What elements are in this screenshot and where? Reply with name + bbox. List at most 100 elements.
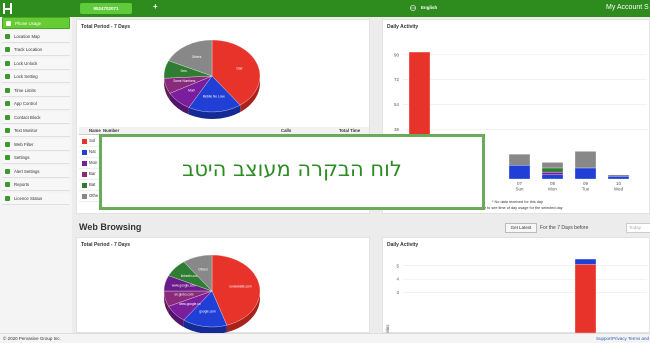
legend-swatch	[82, 150, 87, 155]
contact-icon	[5, 114, 10, 120]
sidebar-item-track-location[interactable]: Track Location	[2, 44, 70, 56]
grid-icon	[5, 101, 10, 106]
pie-label: en.globo.com	[174, 293, 193, 297]
report-icon	[5, 182, 10, 187]
x-tick-label: Mon	[548, 187, 557, 192]
top-bar: 9524702071 + English My Account S	[0, 0, 650, 17]
pie-label: Others	[198, 267, 208, 271]
sidebar-item-settings[interactable]: Settings	[2, 152, 70, 164]
sidebar-item-label: Contact Block	[14, 114, 41, 120]
footer: © 2020 Pervasive Group Inc. Support Priv…	[0, 333, 650, 343]
globe-icon[interactable]	[410, 5, 416, 11]
sidebar-item-web-filter[interactable]: Web Filter	[2, 138, 70, 151]
web-daily-title: Daily Activity	[387, 242, 419, 248]
pie-label: google.com	[199, 309, 216, 313]
sidebar-item-time-limits[interactable]: Time Limits	[2, 84, 70, 97]
sidebar-item-label: Lock Setting	[14, 74, 38, 79]
sidebar-item-label: Time Limits	[14, 87, 36, 93]
sidebar-item-label: Phone Usage	[15, 21, 42, 26]
bar-segment	[541, 171, 564, 176]
pie-label: Some Numbers	[173, 79, 196, 83]
web-daily-chart[interactable]: 5 4 3 Mins	[385, 250, 650, 333]
pie-label: Mom	[188, 88, 195, 92]
bar-segment	[508, 165, 531, 180]
x-tick-label: 09	[583, 181, 589, 186]
phone-pie-chart[interactable]: Dad Mobile No Love Mom Some Numbers Sms Other…	[160, 36, 265, 126]
bar-segment	[607, 176, 630, 180]
x-tick-label: Wed	[614, 187, 624, 192]
row-name: Othe	[89, 193, 99, 198]
no-data-note: * No data received for this day	[492, 200, 543, 204]
sidebar-item-alert-settings[interactable]: Alert Settings	[2, 165, 70, 178]
chat-icon	[5, 128, 10, 133]
copyright: © 2020 Pervasive Group Inc.	[3, 336, 61, 341]
shield-icon	[5, 195, 10, 201]
get-latest-button[interactable]: Get Latest	[505, 223, 537, 233]
legend-swatch	[82, 172, 87, 177]
sidebar-item-location-map[interactable]: Location Map	[2, 30, 70, 43]
bar-segment	[541, 167, 564, 173]
x-tick-label: Sun	[515, 187, 524, 192]
sidebar-item-label: Alert Settings	[14, 168, 40, 174]
sidebar-item-reports[interactable]: Reports	[2, 179, 70, 191]
lock-icon	[5, 74, 10, 79]
y-tick-label: 54	[394, 102, 400, 107]
bar-segment	[574, 151, 597, 169]
x-tick-label: 08	[550, 181, 556, 186]
row-name: Mon	[89, 160, 98, 165]
language-selector[interactable]: English	[421, 5, 437, 10]
date-input[interactable]: Today	[626, 223, 650, 233]
web-browsing-title: Web Browsing	[79, 222, 142, 232]
range-label: For the 7 Days before	[540, 225, 589, 231]
web-pie-chart[interactable]: ourwebsite.com google.com www.google.co en.…	[160, 251, 265, 333]
col-name: Name	[89, 128, 101, 133]
sidebar-item-text-monitor[interactable]: Text Monitor	[2, 125, 70, 137]
y-tick-label: 36	[394, 127, 400, 132]
sidebar-item-app-control[interactable]: App Control	[2, 98, 70, 110]
map-pin-icon	[5, 33, 10, 39]
y-axis-label: Mins	[385, 324, 390, 333]
legend-swatch	[82, 183, 87, 188]
y-tick-label: 90	[394, 52, 400, 57]
phone-icon	[6, 21, 11, 26]
bell-icon	[5, 168, 10, 174]
web-total-title: Total Period - 7 Days	[81, 242, 131, 248]
pie-label: Dad	[236, 66, 242, 70]
legend-swatch	[82, 194, 87, 199]
y-tick-label: 4	[396, 277, 399, 282]
my-account-link[interactable]: My Account	[606, 4, 642, 11]
clock-icon	[5, 87, 10, 93]
support-link[interactable]: Support	[596, 336, 612, 341]
wrench-icon	[5, 155, 10, 160]
privacy-link[interactable]: Privacy	[612, 336, 627, 341]
overlay-text: לוח הבקרה מעוצב היטב	[182, 157, 402, 181]
phone-daily-title: Daily Activity	[387, 24, 419, 30]
legend-swatch	[82, 161, 87, 166]
col-number: Number	[103, 128, 120, 133]
x-tick-label: 10	[616, 181, 622, 186]
sidebar-item-lock-setting[interactable]: Lock Setting	[2, 71, 70, 83]
logo-icon	[3, 3, 12, 14]
bar-segment	[607, 174, 630, 177]
pie-label: Sms	[181, 69, 188, 73]
sidebar-item-lock-unlock[interactable]: Lock Unlock	[2, 57, 70, 70]
add-device-button[interactable]: +	[153, 2, 158, 11]
col-calls: Calls	[281, 128, 292, 133]
filter-icon	[5, 141, 10, 147]
sidebar-item-label: Location Map	[14, 33, 40, 39]
sidebar-item-label: Licence Status	[14, 195, 43, 201]
account-trailing-text[interactable]: S	[644, 4, 649, 11]
sidebar-item-licence-status[interactable]: Licence Status	[2, 192, 70, 205]
device-selector[interactable]: 9524702071	[80, 3, 132, 14]
x-tick-label: Tue	[582, 187, 590, 192]
y-tick-label: 5	[396, 263, 399, 268]
row-name: Nat	[89, 149, 96, 154]
sidebar-item-label: Track Location	[14, 47, 43, 52]
bar-segment	[508, 154, 531, 166]
lock-icon	[5, 60, 10, 66]
sidebar-item-contact-block[interactable]: Contact Block	[2, 111, 70, 124]
phone-total-title: Total Period - 7 Days	[81, 24, 131, 30]
terms-link[interactable]: Terms and	[628, 336, 649, 341]
pie-label: www.google.co	[179, 302, 201, 306]
sidebar-item-phone-usage[interactable]: Phone Usage	[2, 17, 70, 29]
